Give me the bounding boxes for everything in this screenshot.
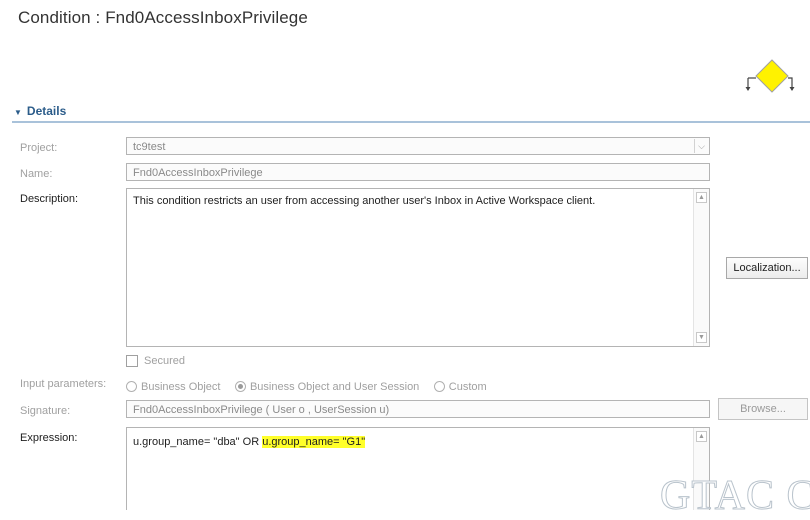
details-section-header[interactable]: ▼ Details — [14, 104, 66, 118]
expression-part1: u.group_name= "dba" OR — [133, 436, 263, 448]
section-divider — [12, 121, 810, 123]
radio-business-object-and-user-session[interactable] — [234, 381, 246, 392]
input-parameters-radio-group: Business Object Business Object and User… — [126, 377, 497, 395]
radio-business-object-label: Business Object — [141, 381, 221, 393]
project-value: tc9test — [133, 141, 166, 153]
expression-highlighted-part: u.group_name= "G1" — [262, 436, 366, 448]
expression-label: Expression: — [20, 432, 78, 444]
scroll-down-icon[interactable]: ▼ — [696, 332, 707, 343]
expand-triangle-icon[interactable]: ▼ — [14, 108, 22, 117]
secured-checkbox[interactable] — [126, 355, 138, 367]
expression-textarea[interactable]: u.group_name= "dba" OR u.group_name= "G1… — [126, 427, 710, 510]
name-label: Name: — [20, 168, 53, 180]
radio-business-object-and-user-session-label: Business Object and User Session — [249, 381, 420, 393]
condition-diamond-icon — [744, 56, 796, 100]
signature-label: Signature: — [20, 405, 71, 417]
browse-button[interactable]: Browse... — [718, 398, 808, 420]
description-value: This condition restricts an user from ac… — [133, 195, 596, 207]
watermark: GTAC C — [659, 473, 810, 520]
name-field[interactable]: Fnd0AccessInboxPrivilege — [126, 163, 710, 181]
localization-button[interactable]: Localization... — [726, 257, 808, 279]
secured-label: Secured — [144, 355, 185, 367]
scroll-up-icon[interactable]: ▲ — [696, 431, 707, 442]
expression-value: u.group_name= "dba" OR u.group_name= "G1… — [133, 436, 366, 448]
description-textarea[interactable]: This condition restricts an user from ac… — [126, 188, 710, 347]
radio-business-object[interactable] — [126, 381, 137, 392]
radio-custom[interactable] — [433, 381, 445, 392]
chevron-down-icon[interactable]: ⌵ — [694, 139, 708, 153]
name-value: Fnd0AccessInboxPrivilege — [133, 167, 263, 179]
signature-value: Fnd0AccessInboxPrivilege ( User o , User… — [133, 404, 390, 416]
signature-field[interactable]: Fnd0AccessInboxPrivilege ( User o , User… — [126, 400, 710, 418]
project-combo[interactable]: tc9test ⌵ — [126, 137, 710, 155]
description-label: Description: — [20, 193, 79, 205]
scroll-up-icon[interactable]: ▲ — [696, 192, 707, 203]
details-section-title: Details — [26, 104, 67, 118]
input-parameters-label: Input parameters: — [20, 378, 107, 390]
radio-custom-label: Custom — [448, 381, 487, 393]
page-title: Condition : Fnd0AccessInboxPrivilege — [18, 8, 308, 27]
description-scrollbar[interactable]: ▲ ▼ — [693, 189, 709, 346]
project-label: Project: — [20, 142, 58, 154]
